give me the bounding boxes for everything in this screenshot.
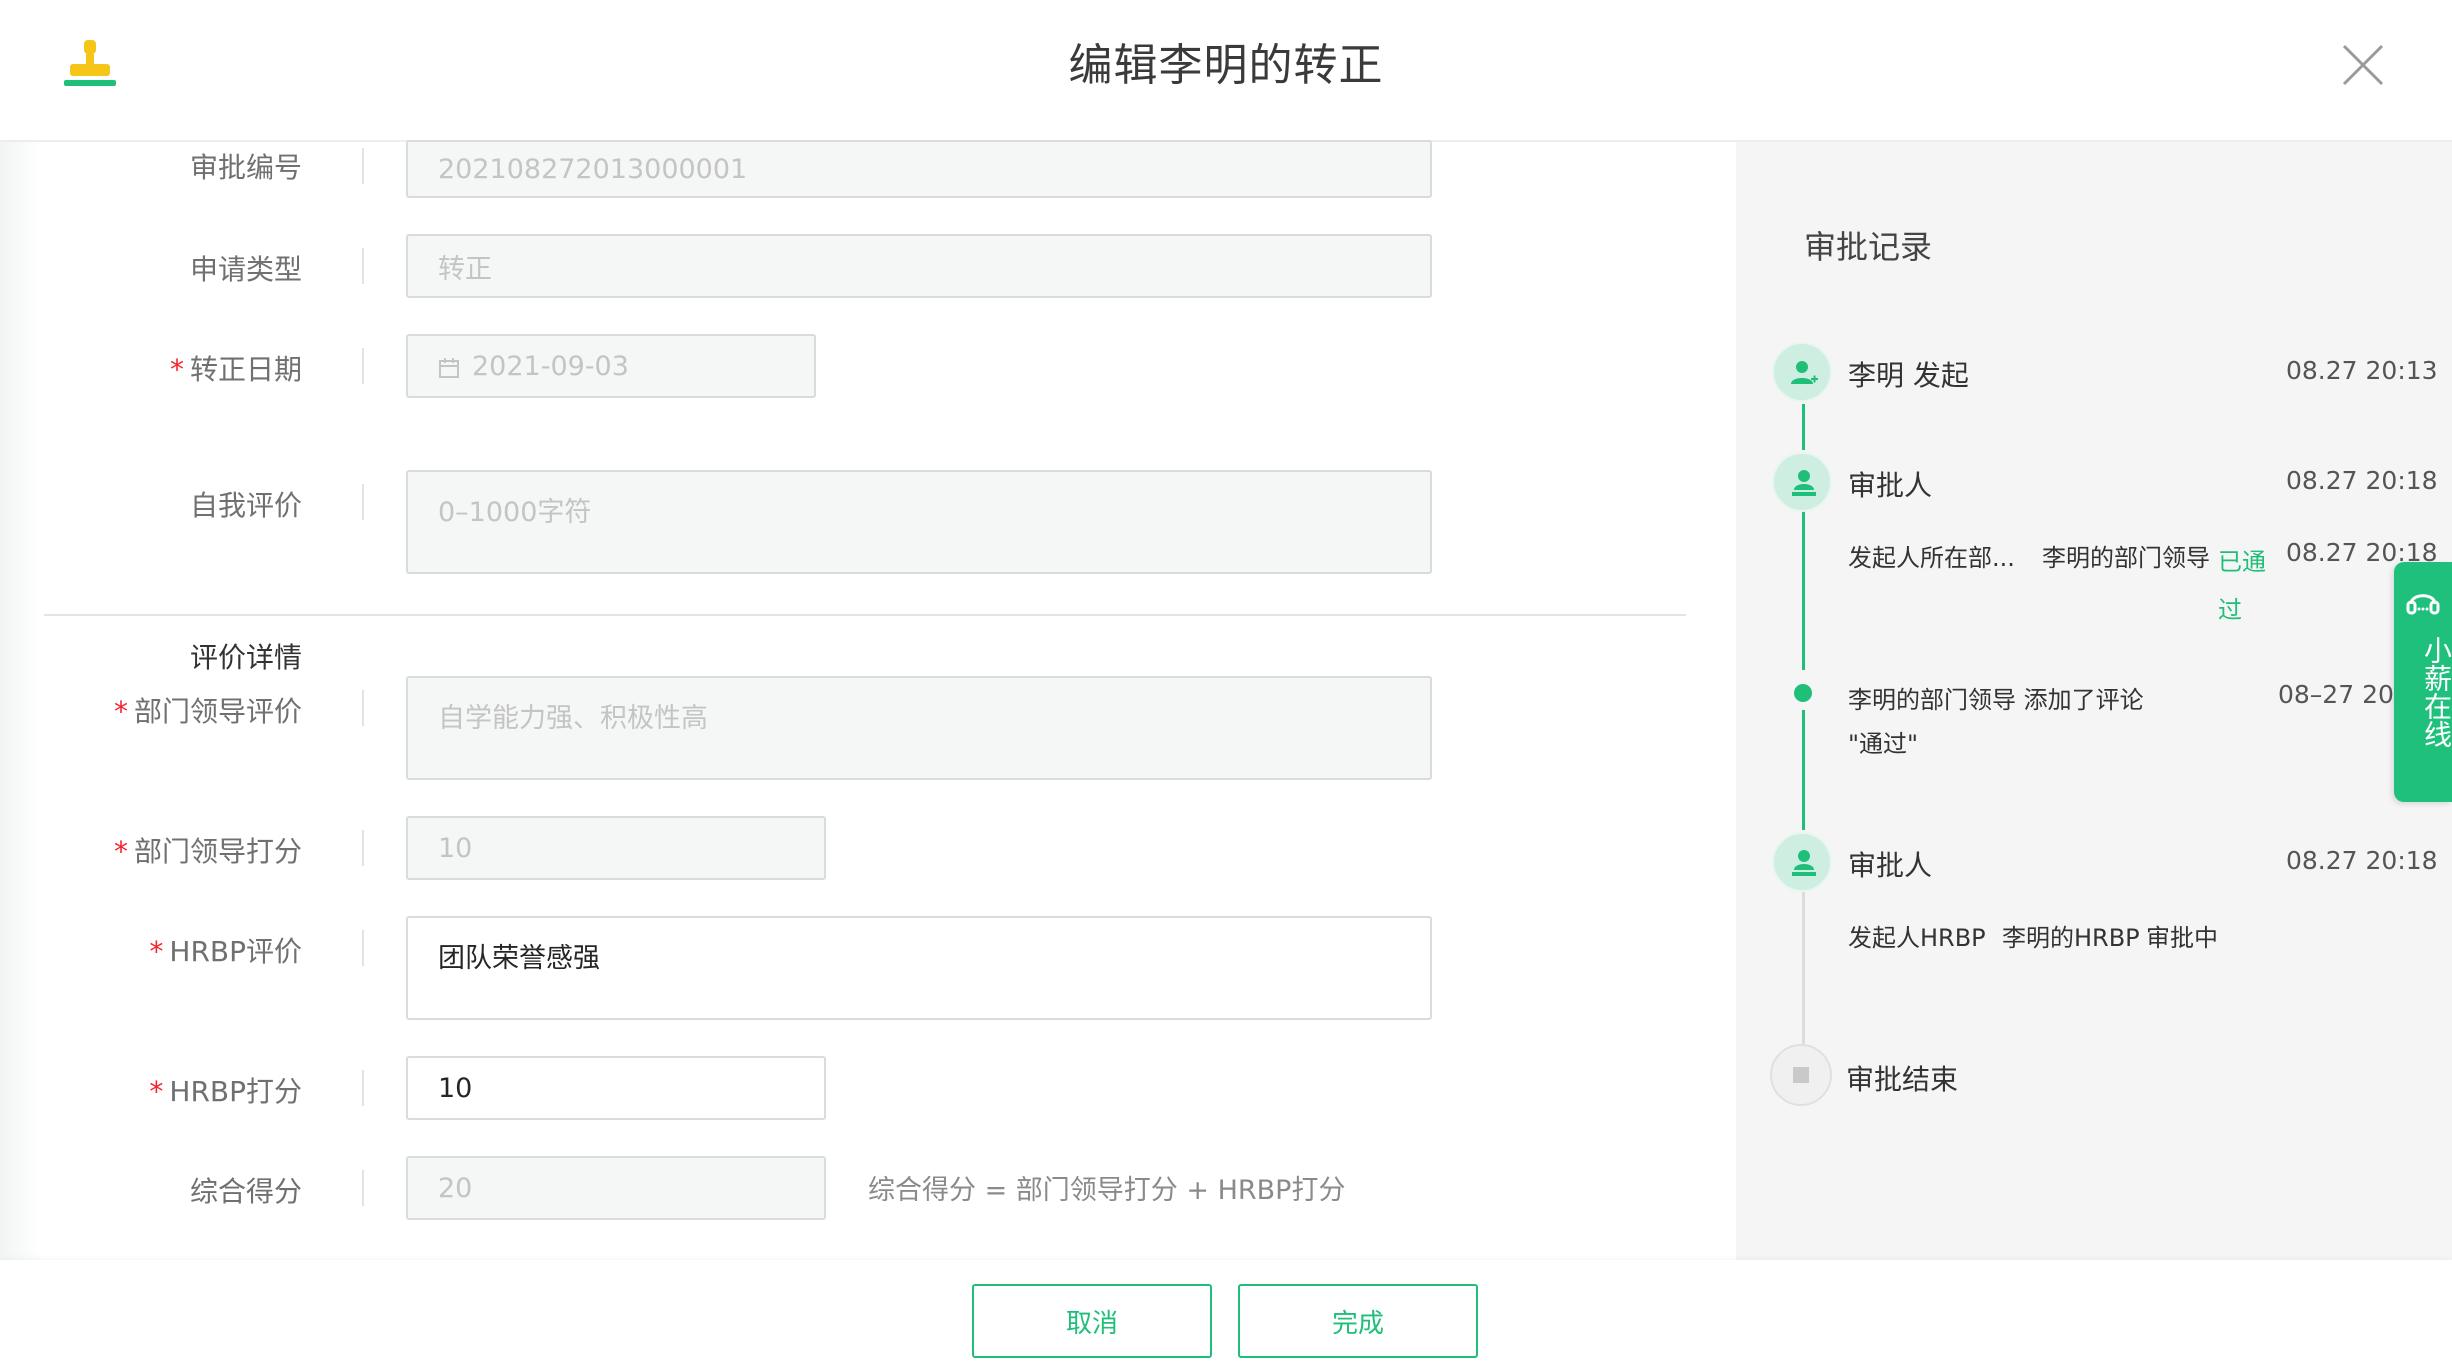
node-time: 08.27 20:18	[2286, 466, 2438, 495]
total-score-field: 20	[406, 1156, 826, 1220]
node-detail-person: 李明的部门领导	[2042, 544, 2210, 572]
timeline-line	[1802, 890, 1805, 1044]
comment-time: 08–27 20:18	[2278, 680, 2394, 709]
calendar-icon	[438, 355, 460, 378]
regular-date-picker[interactable]: 2021-09-03	[406, 334, 816, 398]
node-detail-role: 发起人HRBP	[1848, 924, 1986, 952]
comment-title: 李明的部门领导 添加了评论	[1848, 686, 2144, 714]
label-separator	[362, 148, 364, 184]
total-score-label: 综合得分	[189, 1175, 302, 1208]
hrbp-eval-label: * HRBP评价	[0, 930, 302, 970]
node-detail-status: 审批中	[2146, 924, 2218, 952]
regular-date-label-text: 转正日期	[189, 353, 302, 386]
dialog-footer	[0, 1260, 2452, 1362]
label-separator	[362, 348, 364, 384]
dialog-title: 编辑李明的转正	[1068, 40, 1384, 91]
regular-date-label: * 转正日期	[0, 348, 302, 388]
section-divider	[44, 614, 1686, 616]
approval-no-label: 审批编号	[189, 151, 302, 184]
record-title: 审批记录	[1804, 228, 1933, 266]
leader-eval-label: * 部门领导评价	[0, 690, 302, 730]
node-title: 审批人	[1848, 849, 1933, 882]
user-add-icon	[1772, 342, 1832, 402]
timeline-line	[1802, 510, 1805, 670]
service-label: 小薪在线	[2420, 636, 2452, 748]
node-title: 李明 发起	[1848, 359, 1969, 392]
hrbp-score-input[interactable]: 10	[406, 1056, 826, 1120]
required-mark: *	[113, 695, 128, 728]
timeline-line	[1802, 710, 1805, 830]
leader-score-label: * 部门领导打分	[0, 830, 302, 870]
label-separator	[362, 830, 364, 866]
hrbp-eval-textarea[interactable]: 团队荣誉感强	[406, 916, 1432, 1020]
apply-type-label: 申请类型	[189, 253, 302, 286]
label-separator	[362, 690, 364, 726]
stop-icon	[1770, 1044, 1832, 1106]
leader-eval-label-text: 部门领导评价	[133, 695, 302, 728]
required-mark: *	[169, 353, 184, 386]
leader-score-field: 10	[406, 816, 826, 880]
label-separator	[362, 1070, 364, 1106]
hrbp-score-label-text: HRBP打分	[169, 1075, 302, 1108]
hrbp-score-label: * HRBP打分	[0, 1070, 302, 1110]
score-formula: 综合得分 = 部门领导打分 + HRBP打分	[868, 1175, 1346, 1206]
online-service-tab[interactable]: 小薪在线	[2394, 562, 2452, 802]
comment-dot	[1794, 684, 1812, 702]
node-detail-status: 已通过	[2218, 548, 2266, 624]
hrbp-eval-label-text: HRBP评价	[169, 935, 302, 968]
required-mark: *	[149, 935, 164, 968]
node-title: 审批人	[1848, 469, 1933, 502]
headset-icon	[2406, 594, 2440, 615]
leader-score-label-text: 部门领导打分	[133, 835, 302, 868]
section-title: 评价详情	[189, 641, 302, 674]
timeline-line	[1802, 404, 1805, 450]
label-separator	[362, 248, 364, 284]
node-time: 08.27 20:13	[2286, 356, 2438, 385]
label-separator	[362, 484, 364, 520]
cancel-button[interactable]: 取消	[972, 1284, 1212, 1358]
required-mark: *	[113, 835, 128, 868]
end-title: 审批结束	[1846, 1063, 1959, 1096]
comment-text: "通过"	[1848, 730, 1919, 758]
label-separator	[362, 930, 364, 966]
node-detail-role: 发起人所在部...	[1848, 544, 2015, 572]
close-icon[interactable]	[2338, 40, 2388, 90]
label-separator	[362, 1170, 364, 1206]
apply-type-field: 转正	[406, 234, 1432, 298]
self-eval-textarea[interactable]: 0–1000字符	[406, 470, 1432, 574]
done-button[interactable]: 完成	[1238, 1284, 1478, 1358]
node-time: 08.27 20:18	[2286, 846, 2438, 875]
required-mark: *	[149, 1075, 164, 1108]
user-stamp-icon	[1772, 452, 1832, 512]
leader-eval-field: 自学能力强、积极性高	[406, 676, 1432, 780]
regular-date-value: 2021-09-03	[472, 350, 629, 382]
self-eval-label: 自我评价	[189, 489, 302, 522]
node-detail-person: 李明的HRBP	[2002, 924, 2140, 952]
approval-no-field: 20210827201300000​1	[406, 140, 1432, 198]
user-stamp-icon	[1772, 832, 1832, 892]
